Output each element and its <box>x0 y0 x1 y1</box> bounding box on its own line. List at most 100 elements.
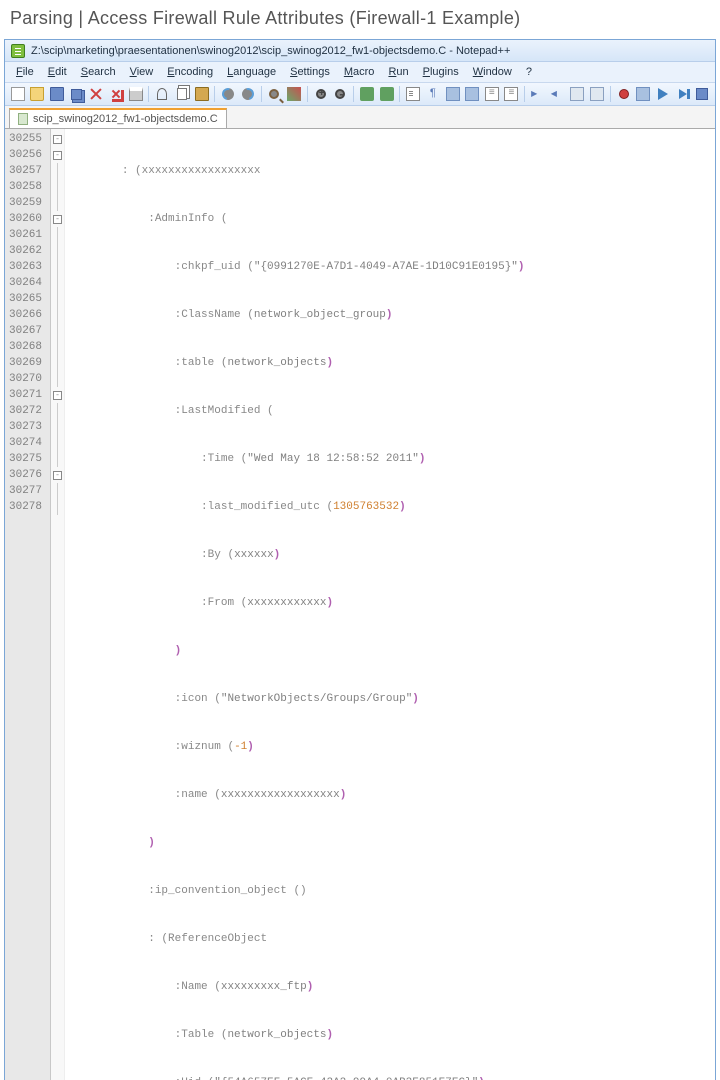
menu-run[interactable]: Run <box>381 64 415 80</box>
toolbar-separator <box>214 86 215 102</box>
line-number: 30260 <box>9 211 42 227</box>
save-all-button[interactable] <box>68 85 86 103</box>
zoom-out-icon <box>335 89 345 99</box>
func-list-button[interactable] <box>503 85 521 103</box>
indent-icon <box>531 87 545 101</box>
redo-button[interactable] <box>239 85 257 103</box>
show-all-chars-button[interactable]: ¶ <box>424 85 442 103</box>
undo-button[interactable] <box>219 85 237 103</box>
line-number: 30258 <box>9 179 42 195</box>
menu-settings[interactable]: Settings <box>283 64 337 80</box>
fold-toggle-icon[interactable]: - <box>53 391 62 400</box>
file-tab[interactable]: scip_swinog2012_fw1-objectsdemo.C <box>9 108 227 128</box>
titlebar: Z:\scip\marketing\praesentationen\swinog… <box>5 40 715 62</box>
fold-line-icon <box>57 163 58 179</box>
code-line: :ip_convention_object () <box>69 883 525 899</box>
word-wrap-button[interactable] <box>404 85 422 103</box>
line-number: 30270 <box>9 371 42 387</box>
menu-view[interactable]: View <box>123 64 161 80</box>
copy-icon <box>177 88 187 100</box>
close-button[interactable] <box>88 85 106 103</box>
paste-button[interactable] <box>193 85 211 103</box>
line-number: 30261 <box>9 227 42 243</box>
sync-horiz-button[interactable] <box>378 85 396 103</box>
fold-line-icon <box>57 243 58 259</box>
line-number: 30269 <box>9 355 42 371</box>
code-line: : (ReferenceObject <box>69 931 525 947</box>
fold-toggle-icon[interactable]: - <box>53 215 62 224</box>
fold-line-icon <box>57 435 58 451</box>
sync-vert-button[interactable] <box>358 85 376 103</box>
line-number: 30262 <box>9 243 42 259</box>
save-all-icon <box>71 89 82 100</box>
fold-toggle-icon[interactable]: - <box>53 471 62 480</box>
toolbar-separator <box>610 86 611 102</box>
find-button[interactable] <box>266 85 284 103</box>
copy-button[interactable] <box>173 85 191 103</box>
play-multi-macro-button[interactable] <box>674 85 692 103</box>
play-icon <box>658 88 668 100</box>
menu-edit[interactable]: Edit <box>41 64 74 80</box>
doc-map-icon <box>485 87 499 101</box>
fold-line-icon <box>57 483 58 499</box>
comment-icon <box>570 87 584 101</box>
code-content[interactable]: : (xxxxxxxxxxxxxxxxxx :AdminInfo ( :chkp… <box>65 129 529 1080</box>
open-button[interactable] <box>29 85 47 103</box>
code-line: ) <box>69 835 525 851</box>
slide-title: Parsing | Access Firewall Rule Attribute… <box>0 0 720 39</box>
menu-file[interactable]: File <box>9 64 41 80</box>
outdent-button[interactable] <box>549 85 567 103</box>
close-all-button[interactable] <box>107 85 125 103</box>
fold-line-icon <box>57 323 58 339</box>
fold-column[interactable]: - - - - - <box>51 129 65 1080</box>
code-line: :ClassName (network_object_group) <box>69 307 525 323</box>
menu-encoding[interactable]: Encoding <box>160 64 220 80</box>
fold-line-icon <box>57 179 58 195</box>
print-button[interactable] <box>127 85 145 103</box>
code-line: :table (network_objects) <box>69 355 525 371</box>
save-macro-button[interactable] <box>693 85 711 103</box>
toggle-comment-button[interactable] <box>569 85 587 103</box>
close-all-icon <box>111 89 121 99</box>
menu-plugins[interactable]: Plugins <box>416 64 466 80</box>
sync-horizontal-icon <box>380 87 394 101</box>
notepad-plus-plus-window: Z:\scip\marketing\praesentationen\swinog… <box>4 39 716 1080</box>
zoom-in-button[interactable] <box>312 85 330 103</box>
menu-macro[interactable]: Macro <box>337 64 382 80</box>
new-button[interactable] <box>9 85 27 103</box>
doc-map-button[interactable] <box>483 85 501 103</box>
record-macro-button[interactable] <box>615 85 633 103</box>
block-comment-button[interactable] <box>588 85 606 103</box>
fold-line-icon <box>57 371 58 387</box>
code-line: :By (xxxxxx) <box>69 547 525 563</box>
save-button[interactable] <box>48 85 66 103</box>
toolbar-separator <box>353 86 354 102</box>
code-line: :AdminInfo ( <box>69 211 525 227</box>
menu-help[interactable]: ? <box>519 64 539 80</box>
menu-window[interactable]: Window <box>466 64 519 80</box>
menu-language[interactable]: Language <box>220 64 283 80</box>
indent-button[interactable] <box>529 85 547 103</box>
replace-button[interactable] <box>285 85 303 103</box>
zoom-out-button[interactable] <box>332 85 350 103</box>
line-number: 30264 <box>9 275 42 291</box>
play-macro-button[interactable] <box>654 85 672 103</box>
new-file-icon <box>11 87 25 101</box>
cut-button[interactable] <box>153 85 171 103</box>
editor-area: 3025530256302573025830259302603026130262… <box>5 129 715 1080</box>
code-line: :last_modified_utc (1305763532) <box>69 499 525 515</box>
code-line: :Table (network_objects) <box>69 1027 525 1043</box>
code-line: :chkpf_uid ("{0991270E-A7D1-4049-A7AE-1D… <box>69 259 525 275</box>
indent-guide-icon <box>446 87 460 101</box>
code-line: ) <box>69 643 525 659</box>
code-line: :From (xxxxxxxxxxxx) <box>69 595 525 611</box>
user-lang-button[interactable] <box>463 85 481 103</box>
line-number: 30272 <box>9 403 42 419</box>
menu-search[interactable]: Search <box>74 64 123 80</box>
indent-guide-button[interactable] <box>444 85 462 103</box>
stop-macro-button[interactable] <box>634 85 652 103</box>
fold-toggle-icon[interactable]: - <box>53 151 62 160</box>
fold-line-icon <box>57 499 58 515</box>
fold-toggle-icon[interactable]: - <box>53 135 62 144</box>
code-line: :wiznum (-1) <box>69 739 525 755</box>
